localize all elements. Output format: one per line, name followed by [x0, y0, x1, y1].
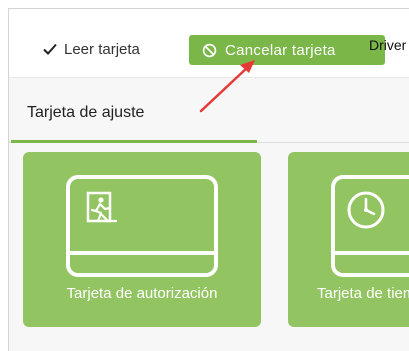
- card-stripe: [70, 251, 214, 255]
- checkmark-icon: [43, 43, 57, 55]
- read-card-label: Leer tarjeta: [64, 40, 140, 58]
- time-card-label: Tarjeta de tiempo: [317, 285, 409, 302]
- prohibited-icon: [202, 43, 217, 57]
- tab-adjustment-card[interactable]: Tarjeta de ajuste: [27, 104, 144, 122]
- emergency-exit-icon: [86, 191, 118, 223]
- annotation-arrow-icon: [199, 60, 255, 113]
- active-tab-indicator: [11, 140, 257, 143]
- card-settings-panel: Leer tarjeta Cancelar tarjeta Driver Tar…: [8, 8, 409, 351]
- authorization-card-label: Tarjeta de autorización: [66, 285, 218, 302]
- read-card-button[interactable]: Leer tarjeta: [42, 35, 140, 63]
- card-illustration: [66, 175, 218, 277]
- card-illustration: [331, 175, 409, 277]
- authorization-card-tile[interactable]: Tarjeta de autorización: [23, 152, 261, 327]
- cancel-card-label: Cancelar tarjeta: [225, 41, 336, 59]
- driver-button[interactable]: Driver: [369, 37, 406, 53]
- card-stripe: [335, 251, 409, 255]
- clock-icon: [347, 191, 385, 229]
- time-card-tile[interactable]: Tarjeta de tiempo: [288, 152, 409, 327]
